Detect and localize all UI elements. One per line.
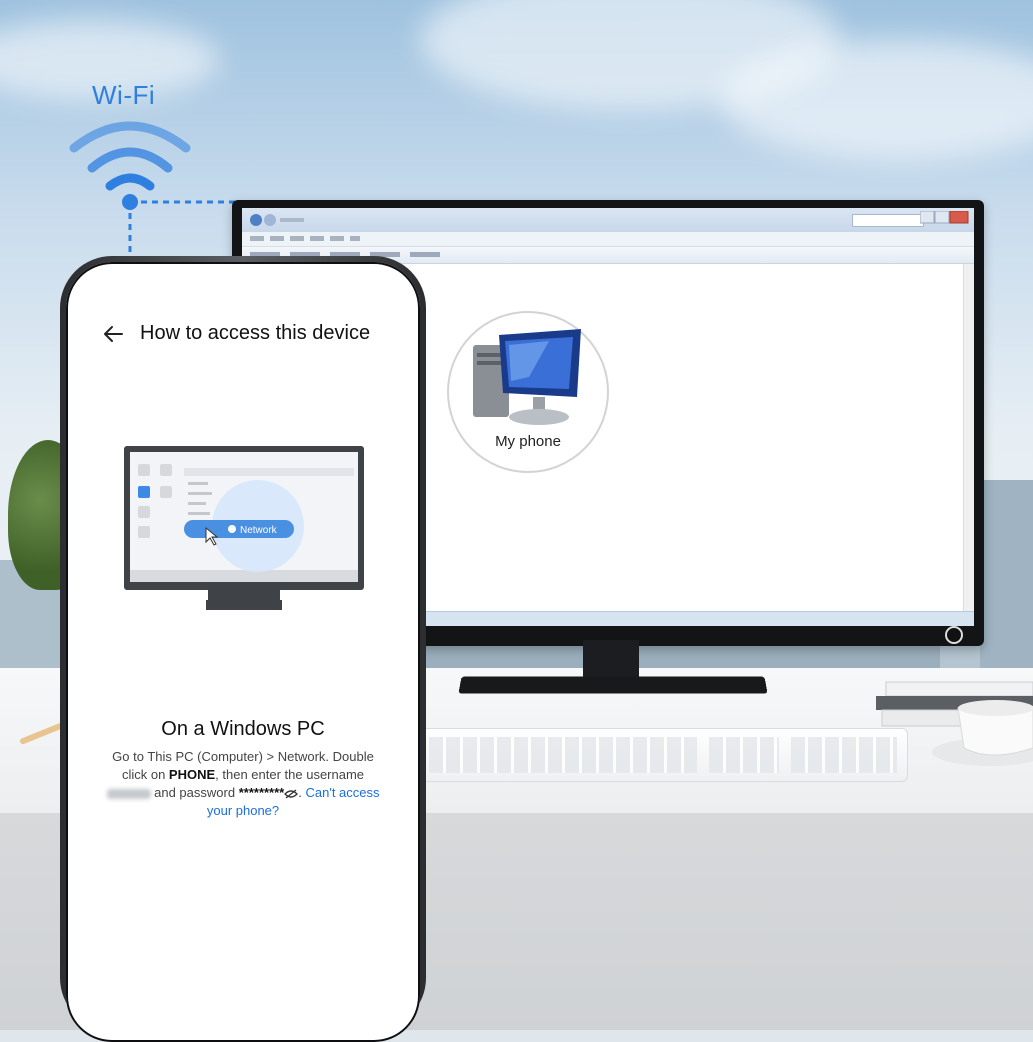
back-arrow-icon[interactable]	[102, 323, 124, 345]
instructions-text: Go to This PC (Computer) > Network. Doub…	[102, 748, 384, 820]
username-blurred	[106, 788, 151, 799]
phone-screen: How to access this device Network On a W…	[66, 262, 420, 1042]
hidden-eye-icon[interactable]	[284, 789, 299, 799]
network-label: Network	[240, 525, 278, 536]
device-name: PHONE	[168, 767, 216, 782]
phone: How to access this device Network On a W…	[60, 256, 426, 1042]
nav-buttons-icon[interactable]	[248, 212, 308, 228]
scrollbar[interactable]	[963, 264, 974, 612]
computer-icon	[473, 329, 581, 425]
my-phone-label: My phone	[495, 433, 561, 450]
password-mask: *********	[238, 785, 285, 800]
instructions-part3: and password	[154, 785, 236, 800]
window-titlebar	[242, 208, 974, 232]
my-phone-network-item[interactable]: My phone	[447, 311, 609, 473]
window-controls-icon[interactable]	[920, 211, 970, 225]
instructions-heading: On a Windows PC	[161, 718, 325, 740]
window-menubar	[242, 232, 974, 247]
coffee-cup	[932, 700, 1033, 766]
monitor-base	[458, 676, 768, 694]
wifi-label: Wi-Fi	[92, 80, 156, 110]
phone-header: How to access this device	[102, 322, 370, 345]
pc-network-illustration: Network	[124, 446, 364, 610]
page-title: How to access this device	[140, 322, 371, 344]
instructions-part2: , then enter the username	[215, 767, 365, 782]
keyboard	[418, 728, 908, 782]
webcam	[945, 626, 963, 644]
